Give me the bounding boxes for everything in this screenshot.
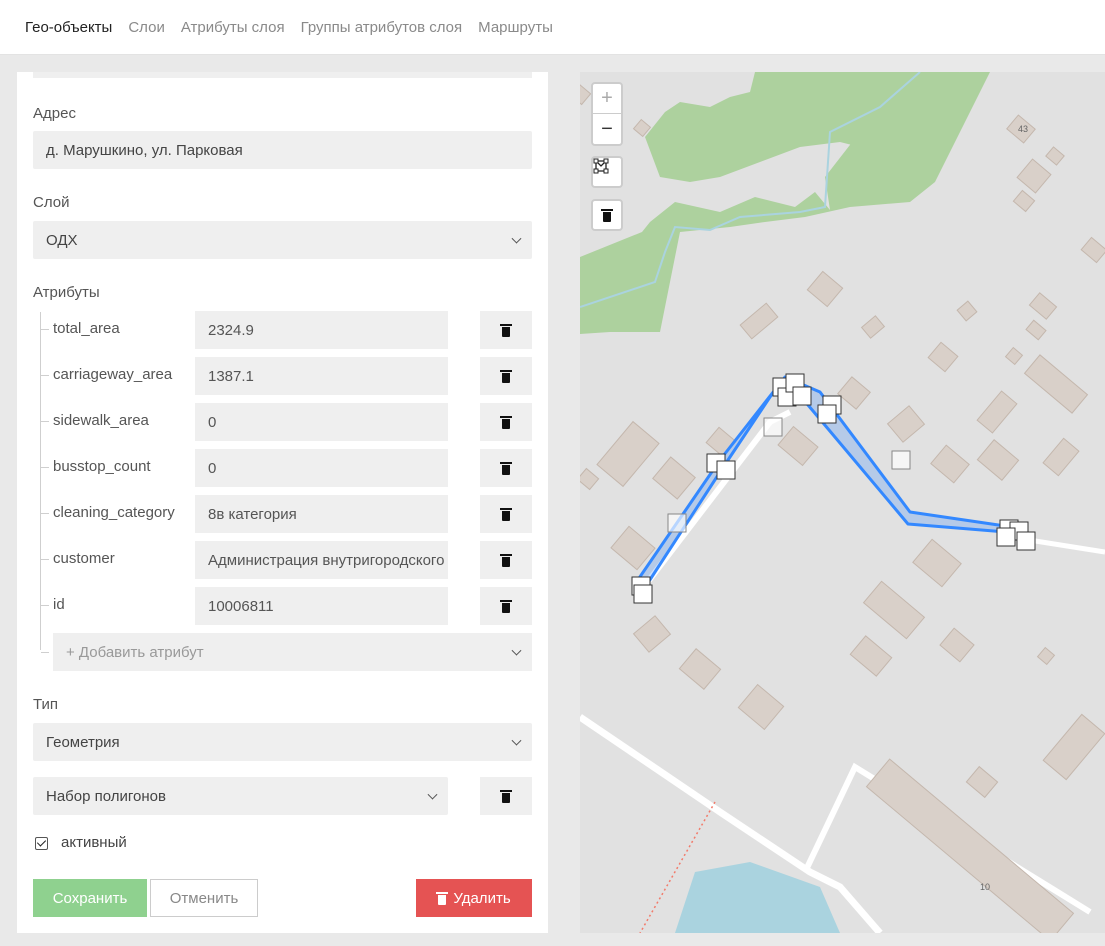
add-attribute-placeholder: + Добавить атрибут xyxy=(66,643,204,661)
delete-attribute-button[interactable] xyxy=(480,449,532,487)
type-select[interactable]: Геометрия xyxy=(33,723,532,761)
draw-polygon-button[interactable] xyxy=(591,156,623,188)
edit-panel: Адрес д. Марушкино, ул. Парковая Слой ОД… xyxy=(17,72,548,933)
chevron-down-icon xyxy=(511,735,522,746)
house-number: 43 xyxy=(1018,124,1028,134)
zoom-in-button[interactable]: + xyxy=(593,84,621,114)
attribute-name: id xyxy=(53,596,65,613)
delete-geometry-button[interactable] xyxy=(480,777,532,815)
trash-icon xyxy=(500,507,512,521)
tab-layer-attributes[interactable]: Атрибуты слоя xyxy=(181,19,285,36)
attribute-name: cleaning_category xyxy=(53,504,175,521)
address-input[interactable]: д. Марушкино, ул. Парковая xyxy=(33,131,532,169)
chevron-down-icon xyxy=(511,233,522,244)
tree-branch xyxy=(41,559,49,560)
delete-attribute-button[interactable] xyxy=(480,403,532,441)
attribute-value-input[interactable]: 2324.9 xyxy=(195,311,448,349)
delete-attribute-button[interactable] xyxy=(480,587,532,625)
type-select-value: Геометрия xyxy=(46,733,120,751)
chevron-down-icon xyxy=(427,789,438,800)
add-attribute-select[interactable]: + Добавить атрибут xyxy=(53,633,532,671)
attributes-tree-line xyxy=(40,312,41,650)
attribute-value-input[interactable]: 0 xyxy=(195,403,448,441)
delete-attribute-button[interactable] xyxy=(480,311,532,349)
map-canvas: 43 10 xyxy=(580,72,1105,933)
trash-icon xyxy=(500,369,512,383)
delete-attribute-button[interactable] xyxy=(480,541,532,579)
trash-icon xyxy=(500,415,512,429)
layer-select[interactable]: ОДХ xyxy=(33,221,532,259)
trash-icon xyxy=(500,789,512,803)
geometry-select-value: Набор полигонов xyxy=(46,787,166,805)
trash-icon xyxy=(436,892,449,905)
attribute-name: busstop_count xyxy=(53,458,151,475)
zoom-out-button[interactable]: − xyxy=(593,114,621,144)
attribute-value-input[interactable]: 0 xyxy=(195,449,448,487)
active-checkbox[interactable] xyxy=(35,837,48,850)
save-button[interactable]: Сохранить xyxy=(33,879,147,917)
polygon-draw-icon xyxy=(593,158,609,174)
delete-attribute-button[interactable] xyxy=(480,357,532,395)
attribute-name: sidewalk_area xyxy=(53,412,149,429)
house-number: 10 xyxy=(980,882,990,892)
tree-branch xyxy=(41,329,49,330)
tab-routes[interactable]: Маршруты xyxy=(478,19,553,36)
trash-icon xyxy=(601,208,613,222)
tree-branch xyxy=(41,375,49,376)
tree-branch xyxy=(41,421,49,422)
delete-button-label: Удалить xyxy=(453,889,511,907)
previous-field xyxy=(33,72,532,78)
chevron-down-icon xyxy=(511,645,522,656)
vertex-handles xyxy=(631,373,1036,604)
top-navigation: Гео-объекты Слои Атрибуты слоя Группы ат… xyxy=(0,0,1105,55)
tree-branch xyxy=(41,467,49,468)
trash-icon xyxy=(500,553,512,567)
delete-shape-button[interactable] xyxy=(591,199,623,231)
attributes-label: Атрибуты xyxy=(33,284,100,301)
attribute-value-input[interactable]: 10006811 xyxy=(195,587,448,625)
geometry-select[interactable]: Набор полигонов xyxy=(33,777,448,815)
tree-branch xyxy=(41,513,49,514)
type-label: Тип xyxy=(33,696,59,713)
zoom-control: + − xyxy=(591,82,623,146)
active-label: активный xyxy=(61,834,127,851)
buildings xyxy=(580,82,1105,933)
attribute-value-input[interactable]: Администрация внутригородского xyxy=(195,541,448,579)
layer-select-value: ОДХ xyxy=(46,231,78,249)
address-label: Адрес xyxy=(33,105,76,122)
trash-icon xyxy=(500,323,512,337)
tab-geo-objects[interactable]: Гео-объекты xyxy=(25,19,112,36)
tab-layers[interactable]: Слои xyxy=(128,19,164,36)
delete-attribute-button[interactable] xyxy=(480,495,532,533)
layer-label: Слой xyxy=(33,194,70,211)
attribute-value-input[interactable]: 8в категория xyxy=(195,495,448,533)
attribute-name: customer xyxy=(53,550,115,567)
trash-icon xyxy=(500,599,512,613)
trash-icon xyxy=(500,461,512,475)
tree-branch xyxy=(41,605,49,606)
attribute-name: total_area xyxy=(53,320,120,337)
tree-branch xyxy=(41,652,49,653)
tab-attribute-groups[interactable]: Группы атрибутов слоя xyxy=(301,19,463,36)
map-view[interactable]: 43 10 + − xyxy=(580,72,1105,933)
attribute-value-input[interactable]: 1387.1 xyxy=(195,357,448,395)
attribute-name: carriageway_area xyxy=(53,366,173,383)
cancel-button[interactable]: Отменить xyxy=(150,879,258,917)
delete-button[interactable]: Удалить xyxy=(416,879,532,917)
